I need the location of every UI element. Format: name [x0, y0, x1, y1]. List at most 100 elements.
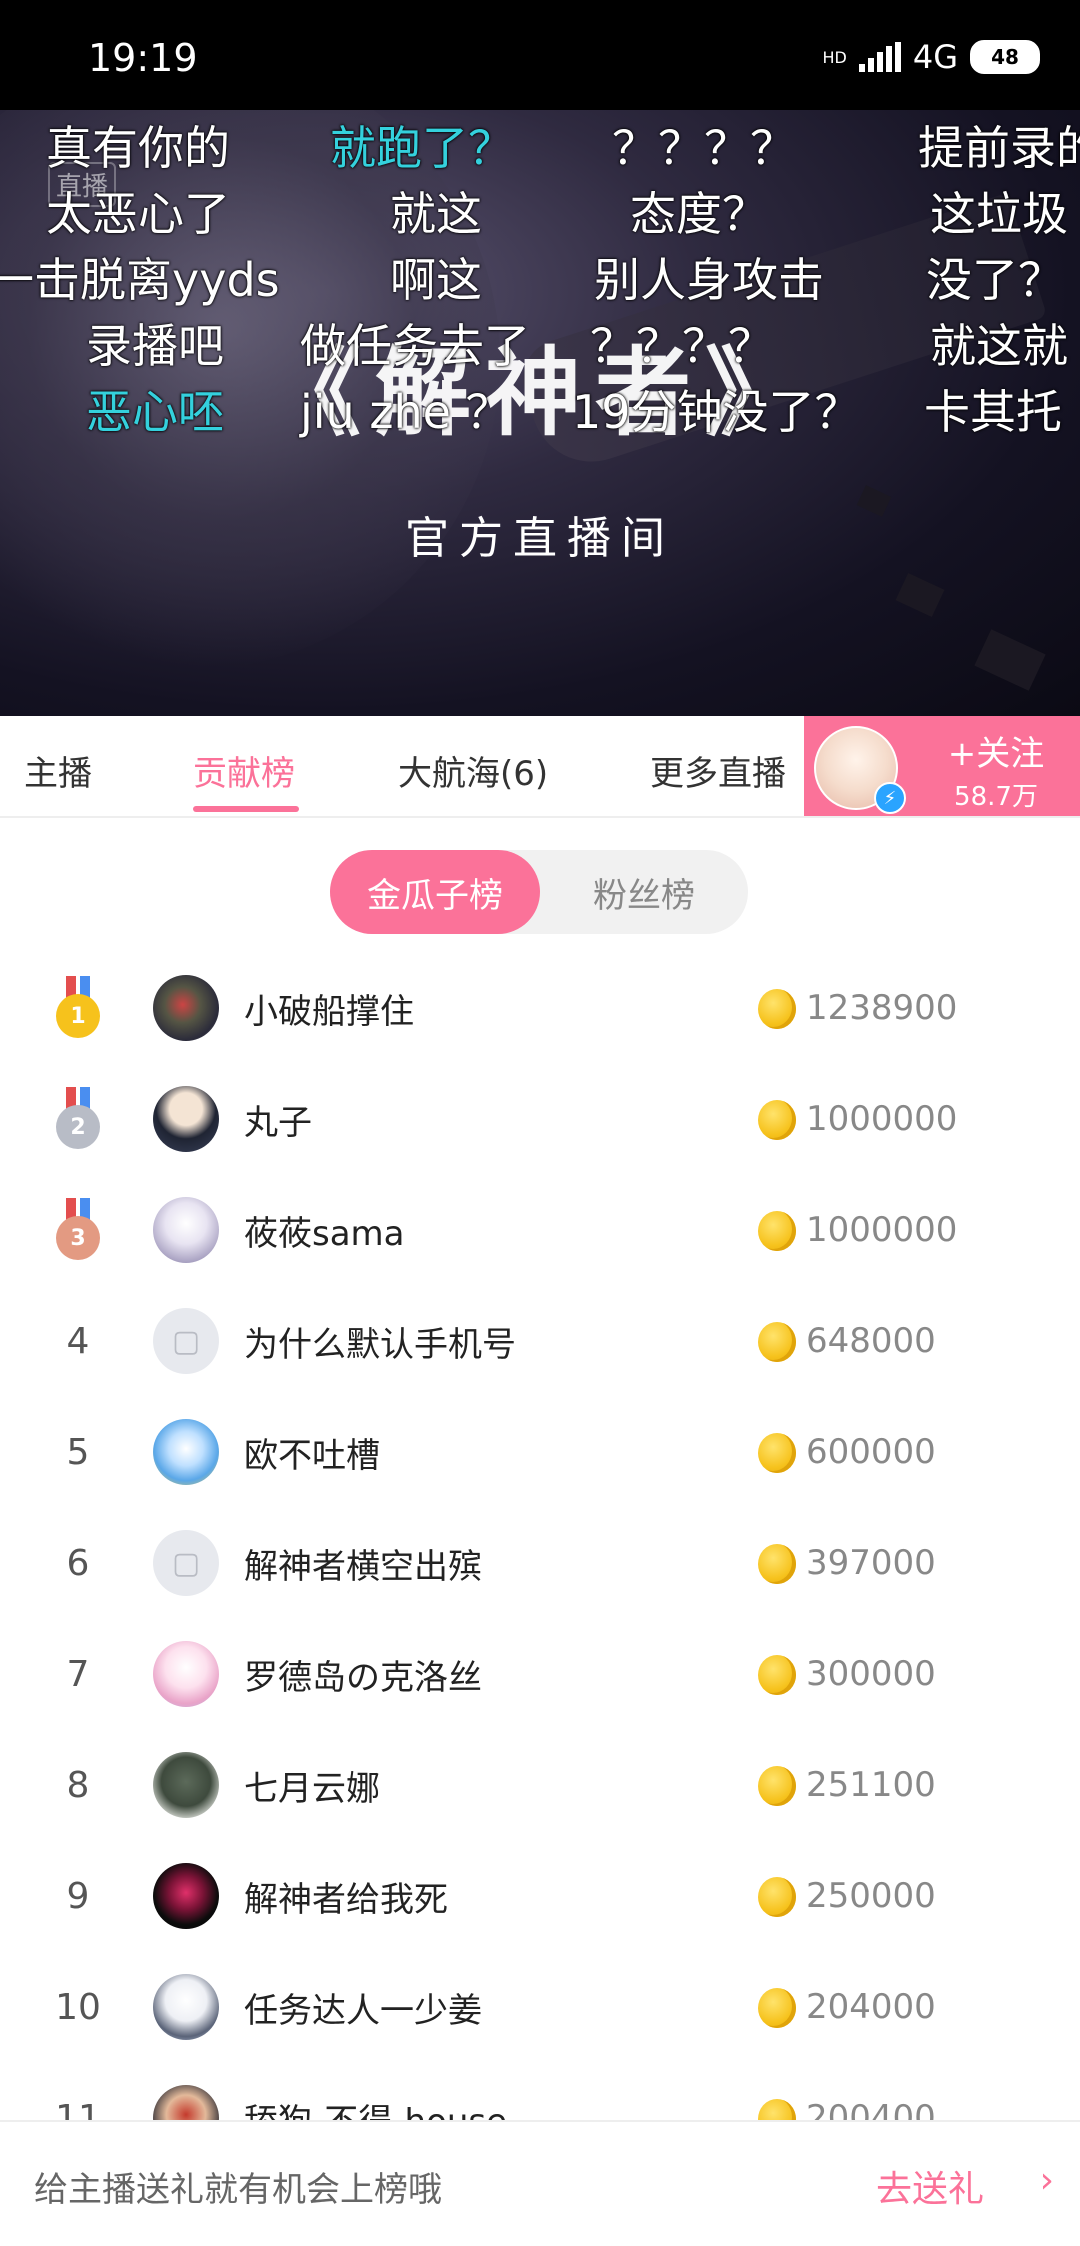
- network-type: 4G: [912, 38, 958, 76]
- danmaku: 做任务去了: [300, 319, 530, 373]
- danmaku: 别人身攻击: [594, 253, 824, 307]
- user-score: 250000: [806, 1876, 936, 1916]
- danmaku: ？？？？: [590, 319, 774, 373]
- live-video-player[interactable]: 直播 《解神者》 官方直播间 真有你的 就跑了？ ？？？？ 提前录的 太恶心了 …: [0, 110, 1080, 716]
- list-item[interactable]: 2 丸子 1000000: [0, 1064, 1080, 1174]
- user-score: 1000000: [806, 1099, 958, 1139]
- rank-number: 7: [66, 1653, 90, 1695]
- danmaku: 就跑了？: [330, 121, 514, 175]
- status-time: 19:19: [88, 36, 198, 80]
- list-item[interactable]: 3 莜莜sama 1000000: [0, 1175, 1080, 1285]
- user-score: 300000: [806, 1654, 936, 1694]
- avatar: [153, 1974, 219, 2040]
- list-item[interactable]: 5 欧不吐槽 600000: [0, 1397, 1080, 1507]
- user-score: 204000: [806, 1987, 936, 2027]
- rank-number: 10: [55, 1986, 101, 2028]
- list-item[interactable]: 7 罗德岛の克洛丝 300000: [0, 1619, 1080, 1729]
- user-name: 罗德岛の克洛丝: [244, 1657, 482, 1698]
- user-name: 七月云娜: [244, 1768, 380, 1809]
- segment-gold-seeds[interactable]: 金瓜子榜: [330, 850, 540, 934]
- danmaku: 19分钟没了？: [572, 385, 861, 439]
- danmaku: 真有你的: [46, 121, 230, 175]
- user-score: 1238900: [806, 988, 958, 1028]
- rank-medal: 2: [38, 1064, 118, 1174]
- list-item[interactable]: 9 解神者给我死 250000: [0, 1841, 1080, 1951]
- rank-number: 9: [66, 1875, 90, 1917]
- rank-number: 2: [70, 1114, 86, 1140]
- chevron-right-icon[interactable]: ›: [1040, 2160, 1054, 2201]
- user-name: 小破船撑住: [244, 991, 414, 1032]
- avatar: [153, 1863, 219, 1929]
- danmaku: 卡其托: [924, 385, 1062, 439]
- danmaku: 提前录的: [918, 121, 1080, 175]
- danmaku: 一击脱离yyds: [0, 253, 280, 307]
- rock-graphic: [974, 629, 1046, 691]
- danmaku: 态度？: [630, 187, 768, 241]
- user-score: 251100: [806, 1765, 936, 1805]
- avatar: [153, 1197, 219, 1263]
- status-bar: 19:19 HD 4G 48: [0, 0, 1080, 110]
- rank-type-switch: 金瓜子榜 粉丝榜: [330, 850, 748, 934]
- list-item[interactable]: 10 任务达人一少姜 204000: [0, 1952, 1080, 2062]
- user-name: 任务达人一少姜: [244, 1990, 482, 2031]
- danmaku: 恶心呸: [86, 385, 224, 439]
- user-score: 1000000: [806, 1210, 958, 1250]
- danmaku: 就这就: [930, 319, 1068, 373]
- user-score: 397000: [806, 1543, 936, 1583]
- segment-fans[interactable]: 粉丝榜: [540, 850, 748, 934]
- danmaku: ？？？？: [612, 121, 796, 175]
- signal-icon: [858, 42, 901, 72]
- avatar: [153, 975, 219, 1041]
- danmaku: 就这: [390, 187, 482, 241]
- rank-number: 6: [66, 1542, 90, 1584]
- rank-number: 1: [70, 1003, 86, 1029]
- follower-count: 58.7万: [954, 782, 1038, 812]
- avatar: [153, 1419, 219, 1485]
- verified-icon: ⚡: [874, 782, 906, 814]
- danmaku: jiu zhe ？: [300, 385, 512, 439]
- stream-subtitle: 官方直播间: [405, 513, 675, 564]
- list-item[interactable]: 1 小破船撑住 1238900: [0, 953, 1080, 1063]
- gold-seed-icon: [758, 1655, 796, 1695]
- hd-indicator: HD: [822, 47, 847, 67]
- default-avatar-icon: ▢: [153, 1530, 219, 1596]
- gold-seed-icon: [758, 1100, 796, 1140]
- user-name: 解神者给我死: [244, 1879, 448, 1920]
- danmaku: 太恶心了: [46, 187, 230, 241]
- rank-number: 8: [66, 1764, 90, 1806]
- list-item[interactable]: 8 七月云娜 251100: [0, 1730, 1080, 1840]
- tab-contribution-rank[interactable]: 贡献榜: [193, 746, 295, 795]
- gold-medal-icon: 1: [54, 976, 102, 1040]
- gold-seed-icon: [758, 1433, 796, 1473]
- battery-icon: 48: [970, 40, 1040, 74]
- rank-medal: 1: [38, 953, 118, 1063]
- gift-prompt-bar: 给主播送礼就有机会上榜哦 去送礼 ›: [0, 2120, 1080, 2246]
- user-score: 600000: [806, 1432, 936, 1472]
- send-gift-link[interactable]: 去送礼: [876, 2160, 984, 2212]
- gold-seed-icon: [758, 989, 796, 1029]
- bronze-medal-icon: 3: [54, 1198, 102, 1262]
- tab-streamer[interactable]: 主播: [24, 746, 92, 795]
- battery-level: 48: [991, 45, 1019, 69]
- gift-hint-text: 给主播送礼就有机会上榜哦: [34, 2170, 442, 2210]
- tab-more-live[interactable]: 更多直播: [650, 746, 786, 795]
- avatar: [153, 1752, 219, 1818]
- danmaku: 没了？: [926, 253, 1064, 307]
- tab-guard[interactable]: 大航海(6): [398, 746, 548, 795]
- gold-seed-icon: [758, 1322, 796, 1362]
- rank-medal: 3: [38, 1175, 118, 1285]
- list-item[interactable]: 6 ▢ 解神者横空出殡 397000: [0, 1508, 1080, 1618]
- silver-medal-icon: 2: [54, 1087, 102, 1151]
- danmaku: 啊这: [390, 253, 482, 307]
- avatar: [153, 1086, 219, 1152]
- danmaku: 录播吧: [86, 319, 224, 373]
- default-avatar-icon: ▢: [153, 1308, 219, 1374]
- follow-button[interactable]: ⚡ +关注 58.7万: [804, 716, 1080, 816]
- rank-number: 4: [66, 1320, 90, 1362]
- user-name: 为什么默认手机号: [244, 1324, 516, 1365]
- list-item[interactable]: 4 ▢ 为什么默认手机号 648000: [0, 1286, 1080, 1396]
- rank-number: 3: [70, 1225, 86, 1251]
- rock-graphic: [895, 572, 945, 618]
- user-name: 丸子: [244, 1102, 312, 1143]
- gold-seed-icon: [758, 1877, 796, 1917]
